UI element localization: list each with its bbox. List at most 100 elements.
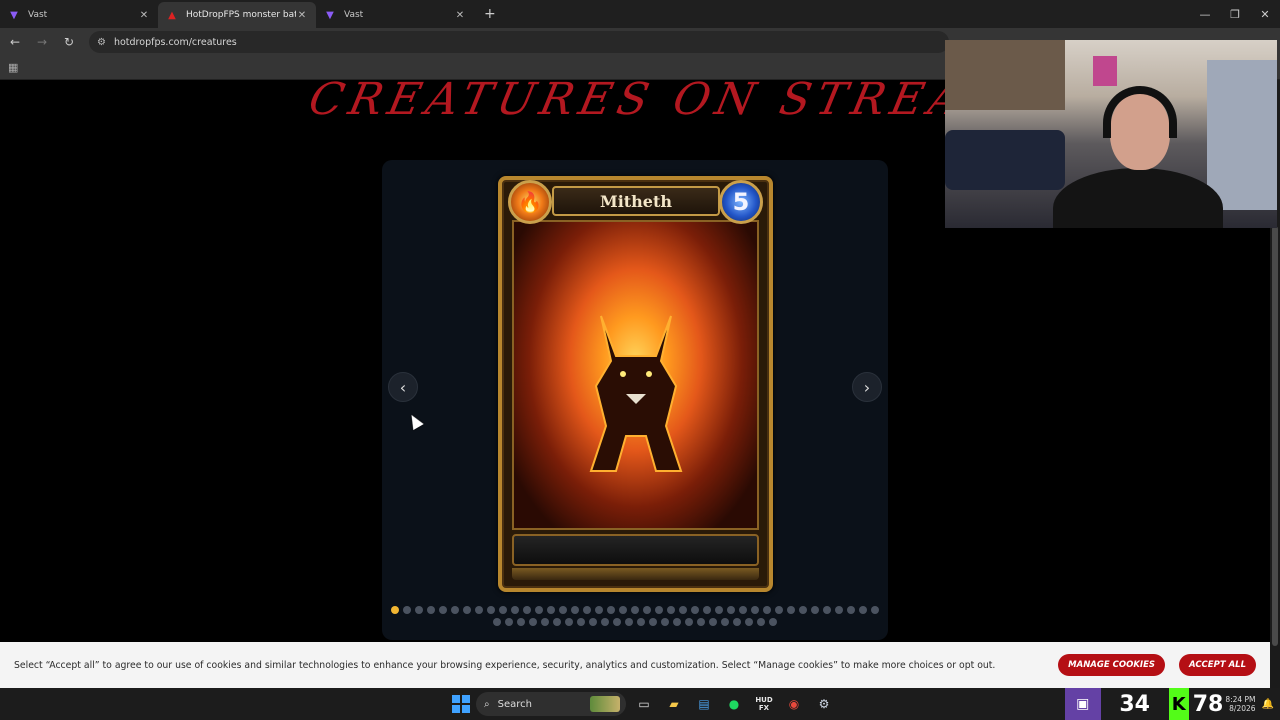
carousel-dot[interactable] xyxy=(745,618,753,626)
notification-bell-icon[interactable]: 🔔 xyxy=(1262,699,1274,710)
carousel-dot[interactable] xyxy=(739,606,747,614)
carousel-dot[interactable] xyxy=(721,618,729,626)
address-bar[interactable]: ⚙ hotdropfps.com/creatures xyxy=(89,31,949,53)
hudfx-icon[interactable]: HUD FX xyxy=(752,692,776,716)
task-view-icon[interactable]: ▭ xyxy=(632,692,656,716)
new-tab-icon[interactable]: + xyxy=(484,6,496,22)
carousel-dot[interactable] xyxy=(607,606,615,614)
carousel-dot[interactable] xyxy=(487,606,495,614)
accept-all-button[interactable]: ACCEPT ALL xyxy=(1179,654,1256,676)
scrollbar-thumb[interactable] xyxy=(1272,226,1278,646)
notepad-icon[interactable]: ▤ xyxy=(692,692,716,716)
back-icon[interactable]: ← xyxy=(3,30,27,54)
tab-vast-2[interactable]: ▼ Vast ✕ xyxy=(316,2,474,28)
carousel-dot[interactable] xyxy=(667,606,675,614)
carousel-dot[interactable] xyxy=(673,618,681,626)
carousel-next-button[interactable]: › xyxy=(852,372,882,402)
carousel-dot[interactable] xyxy=(685,618,693,626)
carousel-dot[interactable] xyxy=(655,606,663,614)
carousel-dot[interactable] xyxy=(499,606,507,614)
carousel-dot[interactable] xyxy=(583,606,591,614)
carousel-dot[interactable] xyxy=(589,618,597,626)
spotify-icon[interactable]: ● xyxy=(722,692,746,716)
carousel-dot[interactable] xyxy=(775,606,783,614)
carousel-dot[interactable] xyxy=(847,606,855,614)
carousel-dot[interactable] xyxy=(547,606,555,614)
carousel-dot[interactable] xyxy=(523,606,531,614)
carousel-dot[interactable] xyxy=(601,618,609,626)
forward-icon[interactable]: → xyxy=(30,30,54,54)
file-explorer-icon[interactable]: ▰ xyxy=(662,692,686,716)
kick-icon[interactable]: K xyxy=(1168,688,1189,720)
chrome-icon[interactable]: ◉ xyxy=(782,692,806,716)
windows-start-icon[interactable] xyxy=(452,695,470,713)
carousel-dot[interactable] xyxy=(637,618,645,626)
apps-grid-icon[interactable]: ▦ xyxy=(8,61,18,74)
manage-cookies-button[interactable]: MANAGE COOKIES xyxy=(1058,654,1165,676)
carousel-dot[interactable] xyxy=(577,618,585,626)
carousel-dot[interactable] xyxy=(535,606,543,614)
carousel-dot[interactable] xyxy=(787,606,795,614)
close-tab-icon[interactable]: ✕ xyxy=(454,10,466,21)
carousel-dot[interactable] xyxy=(715,606,723,614)
carousel-dot[interactable] xyxy=(763,606,771,614)
carousel-dot[interactable] xyxy=(517,618,525,626)
carousel-dot[interactable] xyxy=(619,606,627,614)
carousel-dot[interactable] xyxy=(697,618,705,626)
carousel-dot[interactable] xyxy=(703,606,711,614)
carousel-dot[interactable] xyxy=(427,606,435,614)
carousel-dot[interactable] xyxy=(505,618,513,626)
carousel-dot[interactable] xyxy=(595,606,603,614)
carousel-dot[interactable] xyxy=(541,618,549,626)
carousel-dot[interactable] xyxy=(511,606,519,614)
restore-icon[interactable]: ❐ xyxy=(1220,0,1250,28)
carousel-dot[interactable] xyxy=(823,606,831,614)
carousel-dot[interactable] xyxy=(463,606,471,614)
carousel-dot[interactable] xyxy=(691,606,699,614)
close-window-icon[interactable]: ✕ xyxy=(1250,0,1280,28)
carousel-dot[interactable] xyxy=(415,606,423,614)
carousel-dot[interactable] xyxy=(625,618,633,626)
carousel-dot[interactable] xyxy=(727,606,735,614)
carousel-dot[interactable] xyxy=(493,618,501,626)
carousel-prev-button[interactable]: ‹ xyxy=(388,372,418,402)
carousel-dot[interactable] xyxy=(559,606,567,614)
twitch-icon[interactable]: ▣ xyxy=(1064,688,1101,720)
carousel-dot[interactable] xyxy=(811,606,819,614)
carousel-dot[interactable] xyxy=(709,618,717,626)
carousel-dot[interactable] xyxy=(643,606,651,614)
carousel-dot[interactable] xyxy=(835,606,843,614)
carousel-dot[interactable] xyxy=(799,606,807,614)
minimize-icon[interactable]: — xyxy=(1190,0,1220,28)
carousel-dot[interactable] xyxy=(451,606,459,614)
site-info-icon[interactable]: ⚙ xyxy=(97,37,106,48)
carousel-dot[interactable] xyxy=(403,606,411,614)
steam-icon[interactable]: ⚙ xyxy=(812,692,836,716)
carousel-dot[interactable] xyxy=(475,606,483,614)
reload-icon[interactable]: ↻ xyxy=(57,30,81,54)
creature-card[interactable]: 🔥 Mitheth 5 xyxy=(498,176,773,592)
carousel-dot[interactable] xyxy=(553,618,561,626)
carousel-dot[interactable] xyxy=(769,618,777,626)
carousel-dot[interactable] xyxy=(439,606,447,614)
carousel-dot[interactable] xyxy=(859,606,867,614)
carousel-dot[interactable] xyxy=(571,606,579,614)
close-tab-icon[interactable]: ✕ xyxy=(296,10,308,21)
carousel-dot[interactable] xyxy=(529,618,537,626)
tab-vast-1[interactable]: ▼ Vast ✕ xyxy=(0,2,158,28)
system-clock[interactable]: 8:24 PM 8/2026 xyxy=(1225,695,1255,713)
carousel-dot[interactable] xyxy=(751,606,759,614)
carousel-dot[interactable] xyxy=(391,606,399,614)
carousel-dot[interactable] xyxy=(631,606,639,614)
carousel-dot[interactable] xyxy=(661,618,669,626)
carousel-dot[interactable] xyxy=(649,618,657,626)
tab-hotdropfps[interactable]: ▲ HotDropFPS monster battle sty ✕ xyxy=(158,2,316,28)
carousel-dot[interactable] xyxy=(679,606,687,614)
close-tab-icon[interactable]: ✕ xyxy=(138,10,150,21)
carousel-dot[interactable] xyxy=(733,618,741,626)
carousel-dot[interactable] xyxy=(871,606,879,614)
carousel-dot[interactable] xyxy=(757,618,765,626)
carousel-dot[interactable] xyxy=(565,618,573,626)
taskbar-search[interactable]: ⌕ Search xyxy=(476,692,626,716)
carousel-dot[interactable] xyxy=(613,618,621,626)
